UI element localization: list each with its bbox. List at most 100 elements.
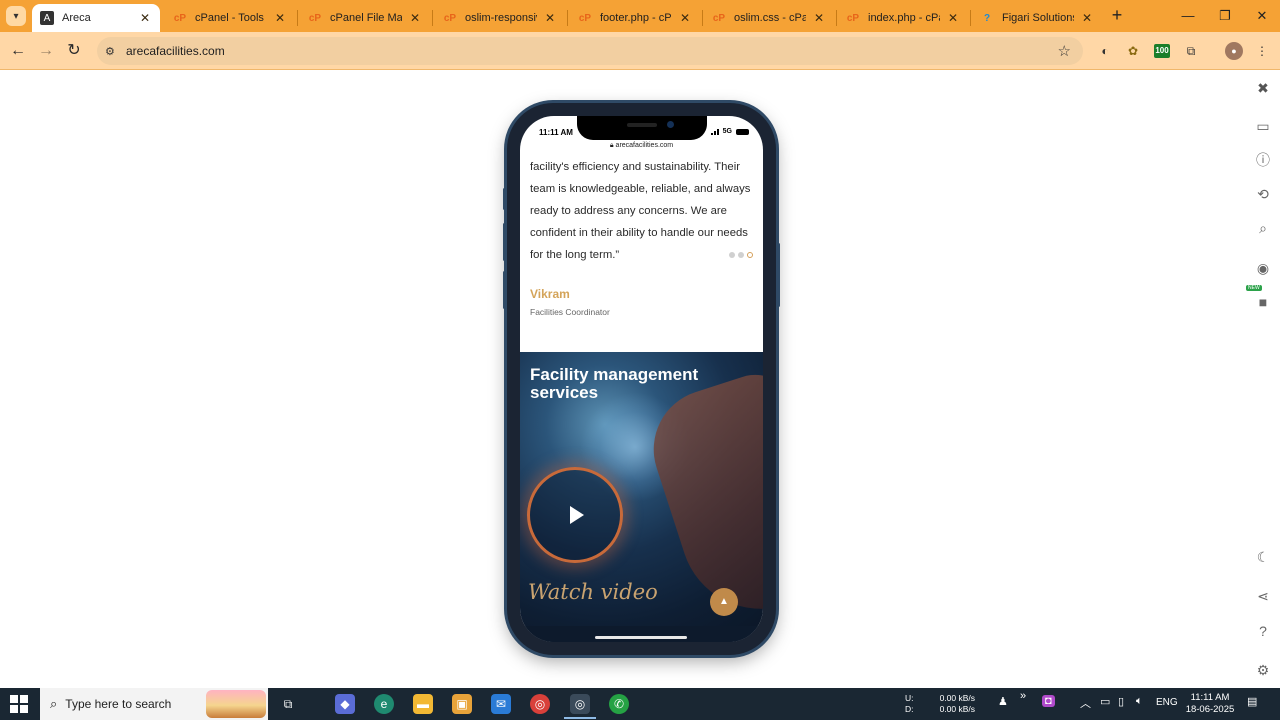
zoom-icon[interactable]: ⌕ bbox=[1254, 219, 1272, 237]
close-icon[interactable]: ✕ bbox=[678, 11, 692, 25]
testimonial-quote: facility's efficiency and sustainability… bbox=[530, 161, 751, 261]
tab-index-php[interactable]: cP index.php - cPane ✕ bbox=[838, 4, 968, 32]
extension-translate-icon[interactable]: ◐ bbox=[1096, 42, 1114, 60]
phone-bottom-bar bbox=[520, 626, 763, 642]
devices-icon[interactable]: ▭ bbox=[1254, 117, 1272, 135]
file-explorer-icon[interactable]: ▬ bbox=[413, 694, 433, 714]
tray-app-icon[interactable]: ♟ bbox=[998, 695, 1008, 708]
chrome-profile-icon[interactable]: ◎ bbox=[570, 694, 590, 714]
tab-divider bbox=[297, 10, 298, 26]
settings-gear-icon[interactable]: ⚙ bbox=[1254, 661, 1272, 679]
menu-dots-icon[interactable]: ⋮ bbox=[1253, 42, 1271, 60]
search-highlight-image[interactable] bbox=[206, 690, 266, 718]
screenshot-camera-icon[interactable]: ◉ bbox=[1254, 259, 1272, 277]
cpanel-favicon-icon: cP bbox=[173, 12, 187, 24]
tab-cpanel-tools[interactable]: cP cPanel - Tools ✕ bbox=[165, 4, 295, 32]
scroll-to-top-button[interactable]: ▲ bbox=[710, 588, 738, 616]
taskbar-clock[interactable]: 11:11 AM 18-06-2025 bbox=[1180, 692, 1240, 716]
status-time: 11:11 AM bbox=[539, 128, 573, 137]
tab-oslim-responsive[interactable]: cP oslim-responsive.c ✕ bbox=[435, 4, 565, 32]
forward-icon[interactable]: → bbox=[35, 40, 57, 62]
search-icon: ⌕ bbox=[50, 696, 58, 711]
network-speed-labels: U: D: bbox=[905, 693, 914, 715]
home-indicator[interactable] bbox=[595, 636, 687, 639]
extension-100-icon[interactable]: 100 bbox=[1154, 44, 1170, 58]
tab-title: footer.php - cPane bbox=[600, 12, 672, 24]
notifications-icon[interactable]: ▤ bbox=[1247, 695, 1257, 708]
dark-mode-moon-icon[interactable]: ☾ bbox=[1254, 548, 1272, 566]
taskbar-search[interactable]: ⌕ Type here to search bbox=[40, 688, 268, 720]
close-icon[interactable]: ✕ bbox=[138, 11, 152, 25]
carousel-dot[interactable] bbox=[729, 252, 735, 258]
new-badge: NEW bbox=[1246, 285, 1262, 291]
help-icon[interactable]: ? bbox=[1254, 622, 1272, 640]
close-icon[interactable]: ✕ bbox=[543, 11, 557, 25]
site-settings-icon[interactable]: ⚙ bbox=[105, 45, 119, 58]
copilot-icon[interactable]: ◆ bbox=[335, 694, 355, 714]
tab-title: oslim.css - cPanel bbox=[734, 12, 806, 24]
clock-date: 18-06-2025 bbox=[1185, 704, 1235, 715]
bookmark-star-icon[interactable]: ☆ bbox=[1058, 42, 1071, 60]
close-icon[interactable]: ✕ bbox=[273, 11, 287, 25]
battery-power-icon[interactable]: ▯ bbox=[1118, 695, 1124, 708]
show-hidden-icons-icon[interactable]: ︿ bbox=[1080, 695, 1091, 711]
tab-oslim-css[interactable]: cP oslim.css - cPanel ✕ bbox=[704, 4, 834, 32]
extension-puzzle-color-icon[interactable]: ✿ bbox=[1124, 42, 1142, 60]
cpanel-favicon-icon: cP bbox=[846, 12, 860, 24]
video-record-icon[interactable]: ■ bbox=[1254, 293, 1272, 311]
new-tab-icon[interactable]: + bbox=[1108, 6, 1126, 26]
info-icon[interactable]: ⓘ bbox=[1254, 151, 1272, 169]
net-up-label: U: bbox=[905, 693, 914, 703]
tray-office-icon[interactable]: ◘ bbox=[1042, 695, 1055, 707]
mail-icon[interactable]: ✉ bbox=[491, 694, 511, 714]
windows-start-icon[interactable] bbox=[10, 695, 28, 713]
net-down-value: 0.00 kB/s bbox=[939, 704, 975, 714]
task-view-icon[interactable]: ⧉ bbox=[278, 694, 298, 714]
back-icon[interactable]: ← bbox=[7, 40, 29, 62]
chevron-down-icon: ▾ bbox=[13, 10, 19, 22]
video-section: Facility management services Watch video… bbox=[520, 352, 763, 642]
tab-title: oslim-responsive.c bbox=[465, 12, 537, 24]
address-text[interactable]: arecafacilities.com bbox=[126, 44, 225, 58]
close-icon[interactable]: ✕ bbox=[946, 11, 960, 25]
whatsapp-icon[interactable]: ✆ bbox=[609, 694, 629, 714]
minimize-icon[interactable]: — bbox=[1178, 6, 1198, 26]
watch-video-label[interactable]: Watch video bbox=[528, 580, 658, 604]
mobile-address-bar[interactable]: 🔒︎ arecafacilities.com bbox=[520, 142, 763, 150]
close-preview-icon[interactable]: ✖ bbox=[1254, 79, 1272, 97]
close-icon[interactable]: ✕ bbox=[812, 11, 826, 25]
address-bar[interactable]: ⚙ arecafacilities.com ☆ bbox=[97, 37, 1083, 65]
language-indicator[interactable]: ENG bbox=[1156, 697, 1178, 708]
tab-footer-php[interactable]: cP footer.php - cPane ✕ bbox=[570, 4, 700, 32]
volume-icon[interactable]: 🔈︎ bbox=[1136, 695, 1143, 708]
restore-icon[interactable]: ❐ bbox=[1215, 6, 1235, 26]
extensions-puzzle-icon[interactable]: ⧉ bbox=[1182, 42, 1200, 60]
edge-icon[interactable]: e bbox=[374, 694, 394, 714]
carousel-dot-active[interactable] bbox=[747, 252, 753, 258]
window-close-icon[interactable]: ✕ bbox=[1252, 6, 1272, 26]
tray-display-icon[interactable]: ▭ bbox=[1100, 695, 1110, 708]
tab-search-button[interactable]: ▾ bbox=[6, 6, 26, 26]
store-icon[interactable]: ▣ bbox=[452, 694, 472, 714]
net-up-value: 0.00 kB/s bbox=[939, 693, 975, 703]
tab-figari-solutions[interactable]: ? Figari Solutions - ( ✕ bbox=[972, 4, 1102, 32]
close-icon[interactable]: ✕ bbox=[408, 11, 422, 25]
carousel-dot[interactable] bbox=[738, 252, 744, 258]
tray-more-icon[interactable]: » bbox=[1020, 690, 1026, 702]
tab-cpanel-file-manager[interactable]: cP cPanel File Manag ✕ bbox=[300, 4, 430, 32]
net-down-label: D: bbox=[905, 704, 914, 714]
play-video-button[interactable] bbox=[527, 467, 623, 563]
rotate-icon[interactable]: ⟲ bbox=[1254, 185, 1272, 203]
share-icon[interactable]: ⋖ bbox=[1254, 587, 1272, 605]
close-icon[interactable]: ✕ bbox=[1080, 11, 1094, 25]
battery-icon bbox=[736, 128, 749, 135]
chrome-icon[interactable]: ◎ bbox=[530, 694, 550, 714]
phone-notch bbox=[577, 116, 707, 140]
reload-icon[interactable]: ↻ bbox=[63, 40, 85, 62]
tab-areca[interactable]: A Areca ✕ bbox=[32, 4, 160, 32]
phone-screen: 11:11 AM 5G 🔒︎ arecafacilities.com facil… bbox=[520, 116, 763, 642]
active-app-indicator bbox=[564, 717, 596, 719]
profile-avatar-icon[interactable]: ● bbox=[1225, 42, 1243, 60]
play-icon bbox=[570, 506, 584, 524]
tab-strip: ▾ A Areca ✕ cP cPanel - Tools ✕ cP cPane… bbox=[0, 0, 1280, 32]
